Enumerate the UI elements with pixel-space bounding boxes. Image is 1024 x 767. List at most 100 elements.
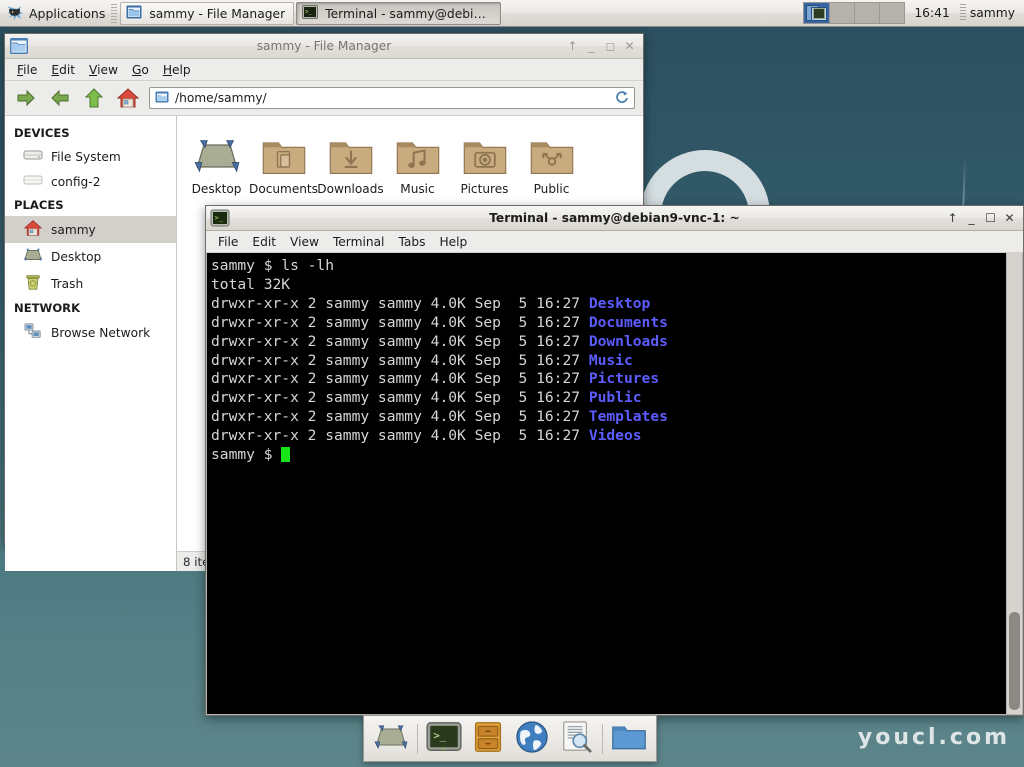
sidebar-item-config-2-label: config-2 <box>51 175 100 189</box>
clock[interactable]: 16:41 <box>905 0 958 26</box>
dock-item-terminal[interactable]: >_ <box>423 718 465 760</box>
taskbar-item-file-manager[interactable]: sammy - File Manager <box>120 2 294 25</box>
dock-separator-1 <box>417 724 418 754</box>
dock-item-file-cabinet[interactable] <box>467 718 509 760</box>
file-icon-grid: Desktop Documents <box>177 116 643 198</box>
folder-icon <box>611 721 647 756</box>
menu-go[interactable]: Go <box>125 61 156 79</box>
file-item-pictures-label: Pictures <box>461 182 509 196</box>
workspace-terminal-glyph-icon <box>813 8 825 19</box>
applications-menu-button[interactable]: Applications <box>0 0 109 26</box>
menu-help[interactable]: Help <box>432 233 474 251</box>
workspace-switcher[interactable] <box>803 2 905 24</box>
terminal-body[interactable]: sammy $ ls -lh total 32K drwxr-xr-x 2 samm… <box>206 253 1023 715</box>
menu-tabs[interactable]: Tabs <box>391 233 432 251</box>
workspace-1[interactable] <box>804 3 829 23</box>
menu-terminal[interactable]: Terminal <box>326 233 392 251</box>
panel-grip-handle[interactable] <box>111 4 117 23</box>
terminal-directory-name: Downloads <box>589 333 668 350</box>
menu-view[interactable]: View <box>82 61 125 79</box>
maximize-button[interactable]: ☐ <box>982 210 999 227</box>
menu-file[interactable]: File <box>10 61 44 79</box>
workspace-4[interactable] <box>880 3 904 23</box>
terminal-directory-name: Music <box>589 352 633 369</box>
path-value: /home/sammy/ <box>175 91 609 105</box>
arrow-up-icon[interactable] <box>81 85 107 111</box>
sidebar-item-file-system-label: File System <box>51 150 121 164</box>
close-button[interactable]: ✕ <box>1001 210 1018 227</box>
file-item-desktop[interactable]: Desktop <box>183 124 250 198</box>
file-manager-titlebar[interactable]: sammy - File Manager ↑ _ ◻ ✕ <box>5 34 643 59</box>
desktop: Applications sammy - File Manager >_ <box>0 0 1024 767</box>
home-icon[interactable] <box>115 85 141 111</box>
sidebar-item-sammy-label: sammy <box>51 223 96 237</box>
dock-item-show-desktop[interactable] <box>370 718 412 760</box>
path-entry[interactable]: /home/sammy/ <box>149 87 635 109</box>
file-item-music[interactable]: Music <box>384 124 451 198</box>
arrow-right-icon[interactable] <box>47 85 73 111</box>
terminal-scrollbar[interactable] <box>1006 253 1022 714</box>
terminal-line-text: sammy $ ls -lh <box>211 257 334 274</box>
dock-item-document-search[interactable] <box>555 718 597 760</box>
menu-file[interactable]: File <box>211 233 245 251</box>
terminal-screen[interactable]: sammy $ ls -lh total 32K drwxr-xr-x 2 samm… <box>207 253 1006 714</box>
drive-icon <box>23 172 43 191</box>
terminal-line: drwxr-xr-x 2 sammy sammy 4.0K Sep 5 16:2… <box>211 370 1006 389</box>
taskbar-item-terminal[interactable]: >_ Terminal - sammy@debian9-vnc... <box>296 2 501 25</box>
minimize-button[interactable]: _ <box>963 210 980 227</box>
menu-edit[interactable]: Edit <box>44 61 82 79</box>
file-item-pictures[interactable]: Pictures <box>451 124 518 198</box>
top-panel: Applications sammy - File Manager >_ <box>0 0 1024 27</box>
dock-item-folder[interactable] <box>608 718 650 760</box>
svg-text:>_: >_ <box>433 729 446 742</box>
terminal-line-text: drwxr-xr-x 2 sammy sammy 4.0K Sep 5 16:2… <box>211 295 589 312</box>
terminal-line: drwxr-xr-x 2 sammy sammy 4.0K Sep 5 16:2… <box>211 352 1006 371</box>
file-item-downloads[interactable]: Downloads <box>317 124 384 198</box>
watermark: youcl.com <box>858 725 1010 750</box>
terminal-line: drwxr-xr-x 2 sammy sammy 4.0K Sep 5 16:2… <box>211 408 1006 427</box>
dock-item-web-browser[interactable] <box>511 718 553 760</box>
workspace-2[interactable] <box>830 3 855 23</box>
shade-button[interactable]: ↑ <box>944 210 961 227</box>
maximize-button[interactable]: ◻ <box>602 38 619 55</box>
terminal-line: drwxr-xr-x 2 sammy sammy 4.0K Sep 5 16:2… <box>211 427 1006 446</box>
file-item-documents[interactable]: Documents <box>250 124 317 198</box>
menu-view[interactable]: View <box>283 233 326 251</box>
menu-edit[interactable]: Edit <box>245 233 283 251</box>
menu-help[interactable]: Help <box>156 61 198 79</box>
web-browser-icon <box>515 720 549 757</box>
sidebar-item-config-2[interactable]: config-2 <box>5 169 176 194</box>
sidebar-item-desktop[interactable]: Desktop <box>5 243 176 270</box>
terminal-line-text: drwxr-xr-x 2 sammy sammy 4.0K Sep 5 16:2… <box>211 352 589 369</box>
arrow-left-icon[interactable] <box>13 85 39 111</box>
terminal-directory-name: Desktop <box>589 295 651 312</box>
workspace-3[interactable] <box>855 3 880 23</box>
terminal-scrollbar-thumb[interactable] <box>1009 612 1020 710</box>
terminal-line: drwxr-xr-x 2 sammy sammy 4.0K Sep 5 16:2… <box>211 333 1006 352</box>
terminal-line-text: total 32K <box>211 276 290 293</box>
terminal-directory-name: Public <box>589 389 642 406</box>
minimize-button[interactable]: _ <box>583 38 600 55</box>
sidebar-item-browse-network[interactable]: Browse Network <box>5 319 176 346</box>
user-indicator[interactable]: sammy <box>967 0 1024 26</box>
terminal-window[interactable]: >_ Terminal - sammy@debian9-vnc-1: ~ ↑ _… <box>205 205 1024 716</box>
sidebar-item-file-system[interactable]: File System <box>5 144 176 169</box>
shade-button[interactable]: ↑ <box>564 38 581 55</box>
terminal-titlebar[interactable]: >_ Terminal - sammy@debian9-vnc-1: ~ ↑ _… <box>206 206 1023 231</box>
close-button[interactable]: ✕ <box>621 38 638 55</box>
sidebar-item-sammy[interactable]: sammy <box>5 216 176 243</box>
file-manager-toolbar: /home/sammy/ <box>5 81 643 116</box>
reload-icon[interactable] <box>615 90 629 107</box>
terminal-line: drwxr-xr-x 2 sammy sammy 4.0K Sep 5 16:2… <box>211 314 1006 333</box>
terminal-cursor <box>281 447 290 462</box>
terminal-line-text: drwxr-xr-x 2 sammy sammy 4.0K Sep 5 16:2… <box>211 370 589 387</box>
sidebar-item-trash[interactable]: Trash <box>5 270 176 297</box>
folder-music-icon <box>394 128 442 178</box>
file-item-public-label: Public <box>534 182 570 196</box>
terminal-line-text: drwxr-xr-x 2 sammy sammy 4.0K Sep 5 16:2… <box>211 314 589 331</box>
terminal-menubar: File Edit View Terminal Tabs Help <box>206 231 1023 253</box>
terminal-line: sammy $ <box>211 446 1006 465</box>
panel-separator <box>960 4 966 22</box>
file-item-public[interactable]: Public <box>518 124 585 198</box>
applications-menu-label: Applications <box>29 6 105 21</box>
